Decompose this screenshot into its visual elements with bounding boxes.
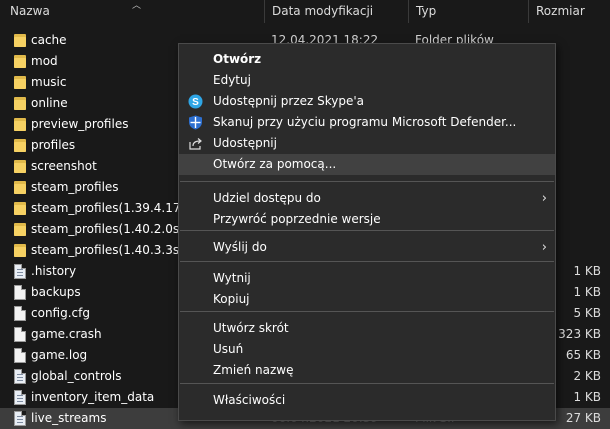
menu-separator bbox=[180, 181, 554, 182]
file-icon bbox=[14, 348, 26, 363]
defender-shield-icon bbox=[188, 115, 203, 130]
folder-icon bbox=[14, 139, 26, 152]
menu-item-label: Edytuj bbox=[213, 73, 251, 87]
menu-item-label: Udziel dostępu do bbox=[213, 191, 321, 205]
column-header-type[interactable]: Typ bbox=[410, 0, 528, 23]
menu-item-label: Otwórz za pomocą... bbox=[213, 157, 337, 171]
file-name: config.cfg bbox=[31, 306, 90, 320]
file-name: live_streams bbox=[31, 411, 107, 425]
menu-separator bbox=[180, 230, 554, 231]
text-document-icon bbox=[14, 390, 26, 405]
menu-item-kopiuj[interactable]: Kopiuj bbox=[179, 289, 555, 310]
file-size: 27 KB bbox=[565, 411, 601, 425]
folder-icon bbox=[14, 97, 26, 110]
share-icon bbox=[188, 136, 203, 151]
file-name: preview_profiles bbox=[31, 117, 129, 131]
file-icon bbox=[14, 327, 26, 342]
menu-item-label: Usuń bbox=[213, 342, 244, 356]
file-name: .history bbox=[31, 264, 77, 278]
menu-item-udostepnij[interactable]: Udostępnij bbox=[179, 133, 555, 154]
menu-item-label: Wyślij do bbox=[213, 240, 267, 254]
column-header-name[interactable]: Nazwa bbox=[4, 0, 264, 23]
folder-icon bbox=[14, 223, 26, 236]
menu-item-label: Przywróć poprzednie wersje bbox=[213, 212, 381, 226]
column-header-date[interactable]: Data modyfikacji bbox=[266, 0, 408, 23]
folder-icon bbox=[14, 34, 26, 47]
menu-item-utworz-skrot[interactable]: Utwórz skrót bbox=[179, 318, 555, 339]
file-name: online bbox=[31, 96, 68, 110]
file-name: screenshot bbox=[31, 159, 97, 173]
menu-item-skanuj-przy-uzyciu-programu-microsoft-defender[interactable]: Skanuj przy użyciu programu Microsoft De… bbox=[179, 112, 555, 133]
menu-item-zmien-nazwe[interactable]: Zmień nazwę bbox=[179, 360, 555, 381]
text-document-icon bbox=[14, 411, 26, 426]
menu-item-label: Skanuj przy użyciu programu Microsoft De… bbox=[213, 115, 517, 129]
file-name: profiles bbox=[31, 138, 76, 152]
folder-icon bbox=[14, 202, 26, 215]
folder-icon bbox=[14, 244, 26, 257]
folder-icon bbox=[14, 160, 26, 173]
file-name: global_controls bbox=[31, 369, 122, 383]
file-icon bbox=[14, 306, 26, 321]
file-name: cache bbox=[31, 33, 67, 47]
folder-icon bbox=[14, 55, 26, 68]
file-name: backups bbox=[31, 285, 81, 299]
menu-item-przywroc-poprzednie-wersje[interactable]: Przywróć poprzednie wersje bbox=[179, 209, 555, 230]
menu-item-label: Udostępnij bbox=[213, 136, 277, 150]
menu-item-udostepnij-przez-skype-a[interactable]: S Udostępnij przez Skype'a bbox=[179, 91, 555, 112]
column-header-bar: ︿ Nazwa Data modyfikacji Typ Rozmiar bbox=[0, 0, 610, 23]
chevron-right-icon: › bbox=[541, 191, 547, 206]
file-size: 1 KB bbox=[573, 390, 601, 404]
file-name: mod bbox=[31, 54, 58, 68]
file-name: music bbox=[31, 75, 67, 89]
menu-separator bbox=[180, 383, 554, 384]
column-header-size[interactable]: Rozmiar bbox=[530, 0, 610, 23]
context-menu: Otwórz Edytuj S Udostępnij przez Skype'a Ska… bbox=[178, 43, 556, 421]
menu-item-label: Wytnij bbox=[213, 271, 251, 285]
file-size: 2 KB bbox=[573, 369, 601, 383]
file-size: 1 KB bbox=[573, 264, 601, 278]
column-divider[interactable] bbox=[408, 0, 409, 23]
file-size: 1 KB bbox=[573, 285, 601, 299]
menu-item-edytuj[interactable]: Edytuj bbox=[179, 70, 555, 91]
column-divider[interactable] bbox=[264, 0, 265, 23]
menu-item-label: Kopiuj bbox=[213, 292, 250, 306]
folder-icon bbox=[14, 181, 26, 194]
menu-item-label: Właściwości bbox=[213, 393, 286, 407]
menu-item-wytnij[interactable]: Wytnij bbox=[179, 268, 555, 289]
file-size: 65 KB bbox=[565, 348, 601, 362]
text-document-icon bbox=[14, 264, 26, 279]
folder-icon bbox=[14, 76, 26, 89]
menu-separator bbox=[180, 311, 554, 312]
menu-item-udziel-dostepu-do[interactable]: Udziel dostępu do › bbox=[179, 188, 555, 209]
menu-item-otworz-za-pomoca[interactable]: Otwórz za pomocą... bbox=[179, 154, 555, 175]
column-divider[interactable] bbox=[528, 0, 529, 23]
file-name: game.crash bbox=[31, 327, 102, 341]
menu-item-label: Utwórz skrót bbox=[213, 321, 289, 335]
skype-icon: S bbox=[188, 94, 203, 109]
menu-item-otworz[interactable]: Otwórz bbox=[179, 49, 555, 70]
text-document-icon bbox=[14, 369, 26, 384]
chevron-right-icon: › bbox=[541, 240, 547, 255]
file-icon bbox=[14, 285, 26, 300]
svg-text:S: S bbox=[192, 97, 199, 108]
menu-item-label: Otwórz bbox=[213, 52, 262, 66]
menu-item-wyslij-do[interactable]: Wyślij do › bbox=[179, 237, 555, 258]
folder-icon bbox=[14, 118, 26, 131]
file-size: 323 KB bbox=[558, 327, 601, 341]
menu-item-usun[interactable]: Usuń bbox=[179, 339, 555, 360]
file-name: steam_profiles bbox=[31, 180, 119, 194]
file-name: game.log bbox=[31, 348, 88, 362]
file-size: 5 KB bbox=[573, 306, 601, 320]
file-name: inventory_item_data bbox=[31, 390, 155, 404]
menu-item-w-asciwosci[interactable]: Właściwości bbox=[179, 390, 555, 411]
menu-item-label: Udostępnij przez Skype'a bbox=[213, 94, 365, 108]
menu-separator bbox=[180, 261, 554, 262]
menu-item-label: Zmień nazwę bbox=[213, 363, 294, 377]
